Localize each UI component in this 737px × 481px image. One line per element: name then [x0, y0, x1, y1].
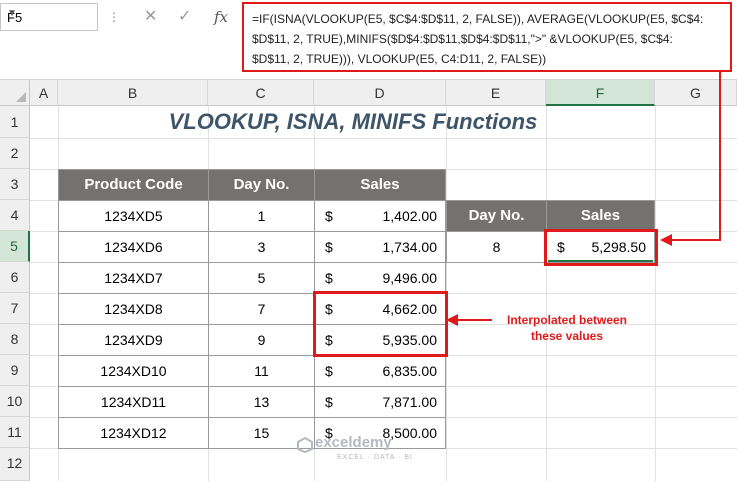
- interpolation-note: Interpolated between these values: [506, 313, 628, 343]
- watermark-name: exceldemy: [315, 434, 392, 451]
- formula-arrow: [672, 72, 721, 241]
- exceldemy-logo-icon: [297, 437, 313, 453]
- note-arrowhead: [446, 314, 458, 326]
- watermark-subtitle: EXCEL · DATA · BI: [337, 454, 413, 461]
- annotation-arrows: [446, 72, 721, 326]
- formula-arrowhead: [660, 234, 672, 246]
